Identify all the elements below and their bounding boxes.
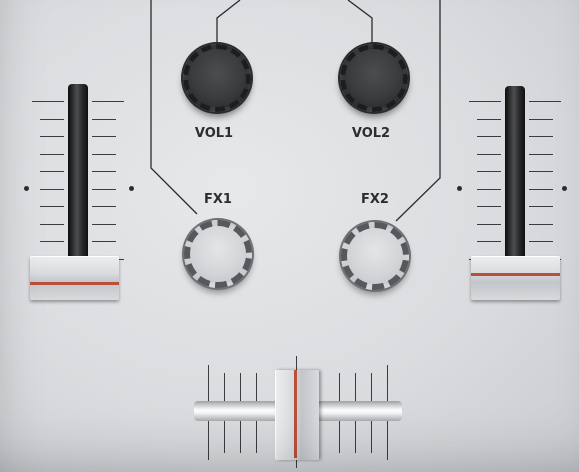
scale-tick [529, 101, 561, 103]
scale-tick [40, 188, 64, 190]
scale-tick [40, 136, 64, 138]
scale-tick [40, 153, 64, 155]
scale-tick [477, 188, 501, 190]
scale-tick [92, 171, 116, 173]
scale-tick [529, 153, 553, 155]
fx1-label: FX1 [204, 192, 232, 207]
scale-tick [529, 241, 553, 243]
fx2-label: FX2 [361, 192, 389, 207]
scale-tick [92, 136, 116, 138]
scale-tick [477, 171, 501, 173]
scale-tick [32, 101, 64, 103]
left-scale-marker [129, 186, 134, 191]
crossfader-track-right [316, 401, 402, 421]
right-scale-marker [562, 186, 567, 191]
scale-tick [529, 188, 553, 190]
scale-tick [477, 241, 501, 243]
scale-tick [477, 153, 501, 155]
scale-tick [92, 153, 116, 155]
scale-tick [92, 223, 116, 225]
scale-tick [40, 171, 64, 173]
crossfader-indicator [294, 370, 297, 458]
fx1-knob[interactable] [184, 220, 252, 288]
scale-tick [40, 206, 64, 208]
right-fader-cap[interactable] [471, 256, 560, 300]
vol2-knob[interactable] [340, 44, 408, 112]
scale-tick [92, 241, 116, 243]
left-fader-indicator [30, 282, 119, 285]
scale-tick [92, 101, 124, 103]
scale-tick [92, 206, 116, 208]
crossfader-cap[interactable] [275, 370, 319, 460]
scale-tick [92, 118, 116, 120]
scale-tick [529, 118, 553, 120]
left-fader-track [68, 84, 88, 274]
scale-tick [92, 188, 116, 190]
scale-tick [477, 223, 501, 225]
right-scale-marker [457, 186, 462, 191]
scale-tick [529, 223, 553, 225]
scale-tick [477, 206, 501, 208]
vol1-knob[interactable] [183, 44, 251, 112]
left-fader-cap[interactable] [30, 256, 119, 300]
scale-tick [40, 223, 64, 225]
vol2-label: VOL2 [351, 126, 391, 141]
scale-tick [529, 206, 553, 208]
scale-tick [477, 136, 501, 138]
right-fader-track [505, 86, 525, 272]
scale-tick [529, 171, 553, 173]
crossfader-track-left [194, 401, 280, 421]
scale-tick [477, 118, 501, 120]
scale-tick [469, 101, 501, 103]
mixer-panel: VOL1 VOL2 FX1 FX2 [0, 0, 579, 472]
scale-tick [40, 241, 64, 243]
fx2-knob[interactable] [341, 222, 409, 290]
right-fader-indicator [471, 273, 560, 276]
left-scale-marker [24, 186, 29, 191]
vol1-label: VOL1 [194, 126, 234, 141]
scale-tick [529, 136, 553, 138]
scale-tick [40, 118, 64, 120]
